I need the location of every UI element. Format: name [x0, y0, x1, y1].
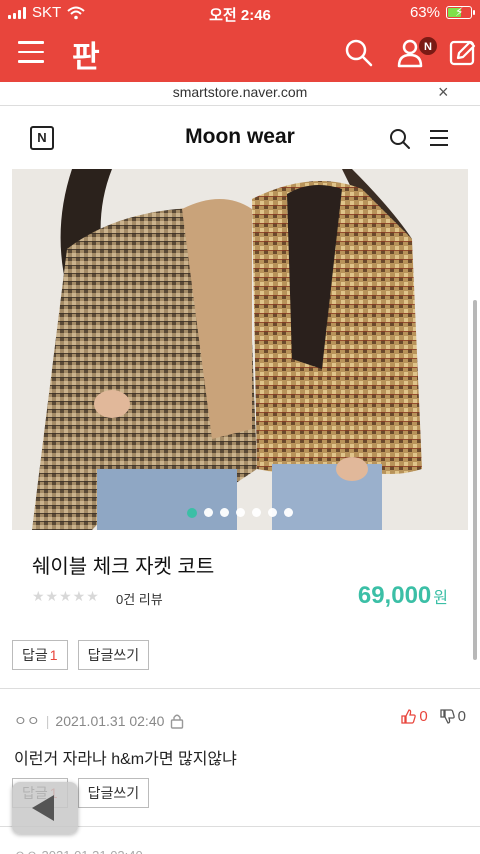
price-value: 69,000: [357, 582, 432, 609]
carousel-dot[interactable]: [236, 508, 245, 517]
price-unit: 원: [433, 590, 448, 607]
product-photo: [12, 169, 468, 530]
carousel-dot[interactable]: [268, 508, 277, 517]
like-count: 0: [419, 708, 428, 725]
battery-icon: ⚡: [446, 5, 475, 19]
store-search-icon[interactable]: [388, 127, 412, 151]
comment-meta: ㅇㅇ | 2021.01.31 02:40: [14, 711, 184, 731]
carousel-dot[interactable]: [204, 508, 213, 517]
write-icon[interactable]: [448, 38, 478, 68]
close-icon[interactable]: ×: [438, 82, 449, 103]
battery-percent: 63%: [409, 4, 440, 21]
lock-icon: [171, 714, 184, 729]
comment-write-reply-button[interactable]: 답글쓰기: [77, 778, 150, 808]
carousel-dot[interactable]: [284, 508, 293, 517]
hamburger-menu-button[interactable]: [18, 41, 44, 63]
divider: [0, 688, 480, 689]
post-actions: 답글 1 답글쓰기: [12, 640, 150, 670]
naver-store-icon[interactable]: N: [30, 126, 54, 150]
carousel-dots: [12, 508, 468, 518]
product-price: 69,000 원: [358, 582, 448, 610]
reply-label: 답글: [22, 647, 48, 663]
dislike-count: 0: [457, 708, 466, 725]
carousel-dot[interactable]: [220, 508, 229, 517]
carrier-label: SKT: [32, 4, 62, 21]
status-right: 63% ⚡: [409, 4, 475, 21]
thumbs-up-icon: [401, 709, 417, 724]
write-reply-button[interactable]: 답글쓰기: [77, 640, 150, 670]
next-comment-peek: ㅇㅇ 2021.01.31 02:40: [14, 845, 143, 854]
carousel-dot[interactable]: [187, 508, 197, 518]
product-image[interactable]: [12, 169, 468, 530]
app-bar: 판 N: [0, 30, 480, 78]
charging-icon: ⚡: [455, 5, 464, 19]
link-preview-url[interactable]: smartstore.naver.com: [0, 84, 480, 100]
top-bar: SKT 오전 2:46 63% ⚡ 판 N: [0, 0, 480, 82]
search-icon[interactable]: [344, 38, 374, 68]
comment-votes: 0 0: [401, 708, 466, 725]
comment-text: 이런거 자라나 h&m가면 많지않냐: [14, 751, 237, 768]
dislike-button[interactable]: 0: [440, 708, 466, 725]
wifi-icon: [67, 6, 85, 19]
comment-date: 2021.01.31 02:40: [55, 713, 165, 729]
thumbs-down-icon: [440, 709, 455, 724]
floating-back-button[interactable]: [12, 782, 78, 834]
store-header: N Moon wear: [12, 110, 468, 168]
meta-separator: |: [45, 713, 50, 729]
notification-badge[interactable]: N: [418, 36, 438, 56]
rating-stars: ★★★★★: [32, 588, 100, 604]
reply-count: 1: [49, 647, 58, 663]
link-preview-url-bar: smartstore.naver.com ×: [0, 82, 480, 106]
product-title[interactable]: 쉐이블 체크 자켓 코트: [32, 550, 214, 579]
status-bar: SKT 오전 2:46 63% ⚡: [0, 0, 480, 26]
screen: SKT 오전 2:46 63% ⚡ 판 N smartstore.naver.c…: [0, 0, 480, 854]
review-count[interactable]: 0건 리뷰: [116, 589, 163, 608]
store-menu-icon[interactable]: [430, 130, 450, 148]
comment-author[interactable]: ㅇㅇ: [14, 711, 40, 731]
app-logo[interactable]: 판: [72, 32, 100, 76]
status-left: SKT: [8, 4, 85, 21]
reply-button[interactable]: 답글 1: [12, 640, 68, 670]
scrollbar[interactable]: [473, 300, 477, 660]
signal-icon: [8, 6, 26, 19]
like-button[interactable]: 0: [401, 708, 428, 725]
carousel-dot[interactable]: [252, 508, 261, 517]
